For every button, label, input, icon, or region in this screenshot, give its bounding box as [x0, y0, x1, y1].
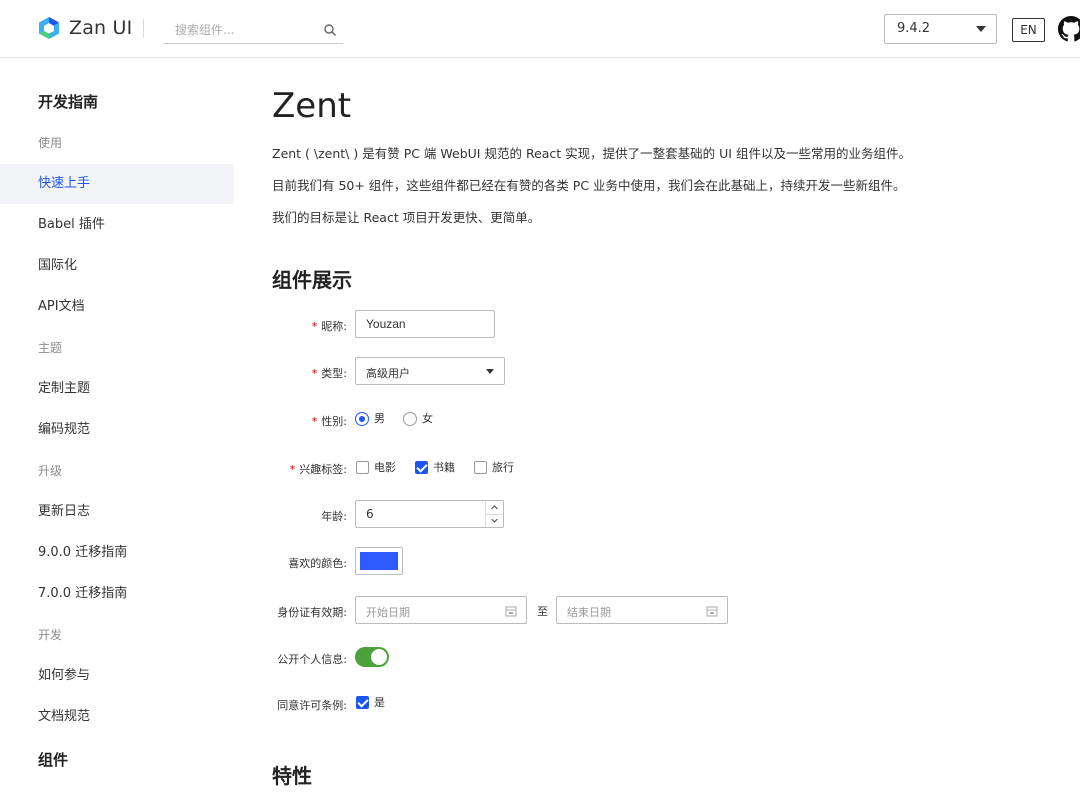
brand-name[interactable]: Zan UI [69, 17, 132, 39]
calendar-icon [505, 606, 517, 617]
gender-option-female[interactable]: 女 [422, 412, 433, 426]
language-toggle[interactable]: EN [1012, 18, 1045, 42]
search-icon[interactable] [323, 23, 337, 37]
search-box [163, 16, 343, 44]
age-number-input[interactable]: 6 [355, 500, 504, 528]
tag-checkbox-books[interactable] [415, 461, 428, 474]
start-date-picker[interactable]: 开始日期 [355, 596, 527, 624]
color-label: 喜欢的颜色: [288, 557, 347, 570]
form-row-public: 公开个人信息: [272, 647, 972, 667]
color-swatch-fill [360, 552, 398, 570]
sidebar-item-coding-style[interactable]: 编码规范 [0, 410, 234, 450]
version-select[interactable]: 9.4.2 [884, 14, 997, 44]
end-date-placeholder: 结束日期 [567, 606, 611, 619]
sidebar-item-doc-guidelines[interactable]: 文档规范 [0, 697, 234, 737]
caret-down-icon [976, 26, 986, 32]
age-value: 6 [366, 507, 374, 521]
idcard-label: 身份证有效期: [277, 606, 347, 619]
color-picker[interactable] [355, 547, 403, 575]
agree-option-yes[interactable]: 是 [374, 696, 385, 710]
tags-label: * 兴趣标签: [289, 463, 347, 476]
type-label: * 类型: [311, 367, 347, 380]
age-stepper [485, 501, 503, 527]
sidebar-group-theme: 主题 [38, 341, 63, 355]
type-select-value: 高级用户 [366, 367, 410, 380]
zan-logo-icon[interactable] [38, 16, 60, 40]
section-heading-demo: 组件展示 [272, 268, 352, 292]
sidebar-item-changelog[interactable]: 更新日志 [0, 492, 234, 532]
sidebar-group-upgrade: 升级 [38, 464, 63, 478]
gender-option-male[interactable]: 男 [374, 412, 385, 426]
caret-down-icon [486, 369, 494, 374]
section-heading-features: 特性 [272, 764, 312, 788]
start-date-placeholder: 开始日期 [366, 606, 410, 619]
search-input[interactable] [163, 16, 313, 43]
sidebar-item-quick-start[interactable]: 快速上手 [0, 164, 234, 204]
sidebar-group-develop: 开发 [38, 628, 63, 642]
header-divider [143, 19, 144, 38]
sidebar-item-babel-plugin[interactable]: Babel 插件 [0, 205, 234, 245]
tag-option-movie[interactable]: 电影 [374, 461, 396, 475]
main-content: Zent Zent ( \zent\ ) 是有赞 PC 端 WebUI 规范的 … [272, 58, 1062, 796]
form-row-gender: * 性别: 男 女 [272, 412, 972, 428]
age-label: 年龄: [321, 510, 347, 523]
sidebar-nav: 开发指南 使用 快速上手 Babel 插件 国际化 API文档 主题 定制主题 … [0, 58, 234, 796]
calendar-icon [706, 606, 718, 617]
end-date-picker[interactable]: 结束日期 [556, 596, 728, 624]
nickname-input[interactable] [355, 310, 495, 338]
github-icon[interactable] [1058, 16, 1080, 42]
version-value: 9.4.2 [897, 21, 931, 36]
agree-checkbox[interactable] [356, 696, 369, 709]
required-mark: * [311, 367, 318, 380]
gender-radio-male[interactable] [355, 412, 369, 426]
chevron-down-icon[interactable] [486, 514, 503, 527]
gender-label: * 性别: [311, 415, 347, 428]
sidebar-item-api-docs[interactable]: API文档 [0, 287, 234, 327]
tag-checkbox-movie[interactable] [356, 461, 369, 474]
sidebar-item-contribute[interactable]: 如何参与 [0, 656, 234, 696]
tag-option-travel[interactable]: 旅行 [492, 461, 514, 475]
date-range-separator: 至 [537, 605, 548, 618]
sidebar-item-migrate-9[interactable]: 9.0.0 迁移指南 [0, 533, 234, 573]
type-select[interactable]: 高级用户 [355, 357, 505, 385]
public-info-switch[interactable] [355, 647, 389, 667]
agree-label: 同意许可条例: [277, 699, 347, 712]
form-row-nickname: * 昵称: [272, 310, 972, 338]
sidebar-group-usage: 使用 [38, 136, 63, 150]
form-row-idcard: 身份证有效期: 开始日期 至 结束日期 [272, 596, 972, 624]
gender-radio-female[interactable] [403, 412, 417, 426]
sidebar-title-components: 组件 [38, 751, 69, 769]
sidebar-item-custom-theme[interactable]: 定制主题 [0, 369, 234, 409]
form-row-agree: 同意许可条例: 是 [272, 696, 972, 712]
intro-paragraph-1: Zent ( \zent\ ) 是有赞 PC 端 WebUI 规范的 React… [272, 146, 911, 161]
nickname-label: * 昵称: [311, 320, 347, 333]
top-header: Zan UI 9.4.2 EN [0, 0, 1080, 58]
public-label: 公开个人信息: [277, 653, 347, 666]
tag-option-books[interactable]: 书籍 [433, 461, 455, 475]
tag-checkbox-travel[interactable] [474, 461, 487, 474]
required-mark: * [289, 463, 296, 476]
intro-paragraph-3: 我们的目标是让 React 项目开发更快、更简单。 [272, 210, 541, 225]
form-row-type: * 类型: 高级用户 [272, 357, 972, 385]
form-row-age: 年龄: 6 [272, 500, 972, 528]
form-row-color: 喜欢的颜色: [272, 547, 972, 575]
sidebar-title-dev-guide: 开发指南 [38, 93, 99, 111]
chevron-up-icon[interactable] [486, 501, 503, 514]
required-mark: * [311, 415, 318, 428]
intro-paragraph-2: 目前我们有 50+ 组件，这些组件都已经在有赞的各类 PC 业务中使用，我们会在… [272, 178, 906, 193]
sidebar-item-i18n[interactable]: 国际化 [0, 246, 234, 286]
form-row-tags: * 兴趣标签: 电影 书籍 旅行 [272, 461, 972, 477]
required-mark: * [311, 320, 318, 333]
sidebar-item-migrate-7[interactable]: 7.0.0 迁移指南 [0, 574, 234, 614]
page-title: Zent [272, 86, 352, 126]
